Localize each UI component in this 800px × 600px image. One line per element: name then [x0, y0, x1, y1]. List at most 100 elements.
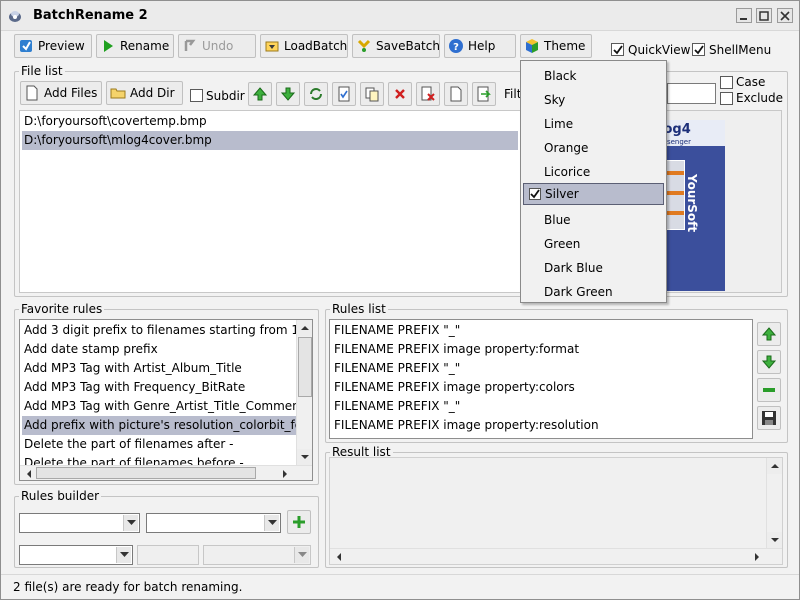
scroll-down-button[interactable] — [767, 532, 782, 548]
list-item[interactable]: Add MP3 Tag with Artist_Album_Title — [22, 359, 296, 378]
exclude-checkbox[interactable] — [720, 92, 733, 105]
case-checkbox[interactable] — [720, 76, 733, 89]
theme-menu-item-lime[interactable]: Lime — [523, 113, 664, 135]
theme-button[interactable]: Theme — [520, 34, 592, 58]
theme-menu-item-black[interactable]: Black — [523, 65, 664, 87]
list-item[interactable]: Add prefix with picture's resolution_col… — [22, 416, 296, 435]
scroll-thumb[interactable] — [298, 337, 312, 397]
theme-menu-item-green[interactable]: Green — [523, 233, 664, 255]
list-item[interactable]: Add 3 digit prefix to filenames starting… — [22, 321, 296, 340]
add-files-label: Add Files — [44, 86, 98, 100]
rule-type-select[interactable] — [19, 513, 140, 533]
add-files-button[interactable]: Add Files — [20, 81, 102, 105]
result-list[interactable] — [329, 457, 783, 565]
quickview-label: QuickView — [628, 43, 691, 57]
add-rule-button[interactable] — [287, 510, 311, 534]
list-item[interactable]: Add MP3 Tag with Genre_Artist_Title_Comm… — [22, 397, 296, 416]
list-item[interactable]: FILENAME PREFIX "_" — [332, 321, 750, 340]
rule-save-button[interactable] — [757, 406, 781, 430]
list-item[interactable]: Add date stamp prefix — [22, 340, 296, 359]
savebatch-button[interactable]: SaveBatch — [352, 34, 440, 58]
rule-option-select[interactable] — [19, 545, 133, 565]
refresh-button[interactable] — [304, 82, 328, 106]
maximize-button[interactable] — [756, 8, 772, 23]
check-file-button[interactable] — [332, 82, 356, 106]
new-document-button[interactable] — [444, 82, 468, 106]
delete-x-icon — [395, 89, 405, 99]
chevron-down-icon — [268, 520, 277, 525]
theme-menu-item-silver[interactable]: Silver — [523, 183, 664, 205]
list-item[interactable]: FILENAME PREFIX image property:colors — [332, 378, 750, 397]
chevron-right-icon[interactable] — [750, 550, 764, 564]
shellmenu-checkbox[interactable] — [692, 43, 705, 56]
result-list-hscrollbar[interactable] — [330, 548, 782, 564]
list-item[interactable]: Add MP3 Tag with Frequency_BitRate — [22, 378, 296, 397]
rule-target-select[interactable] — [146, 513, 281, 533]
help-button[interactable]: ? Help — [444, 34, 516, 58]
theme-menu-item-dark-green[interactable]: Dark Green — [523, 281, 664, 303]
remove-file-button[interactable] — [416, 82, 440, 106]
list-item[interactable]: Delete the part of filenames after - — [22, 435, 296, 454]
add-dir-button[interactable]: Add Dir — [106, 81, 183, 105]
dropdown-button[interactable] — [116, 547, 131, 563]
close-button[interactable] — [777, 8, 793, 23]
chevron-right-icon[interactable] — [278, 467, 292, 481]
close-icon — [780, 11, 790, 21]
list-item[interactable]: FILENAME PREFIX image property:resolutio… — [332, 416, 750, 435]
rule-extra-select[interactable] — [203, 545, 311, 565]
dropdown-button[interactable] — [264, 515, 279, 531]
rule-down-button[interactable] — [757, 350, 781, 374]
undo-button[interactable]: Undo — [178, 34, 256, 58]
add-file-icon — [26, 85, 38, 101]
copy-button[interactable] — [360, 82, 384, 106]
list-item[interactable]: FILENAME PREFIX "_" — [332, 397, 750, 416]
chevron-left-icon[interactable] — [22, 467, 36, 481]
file-row[interactable]: D:\foryoursoft\mlog4cover.bmp — [22, 131, 518, 150]
preview-vertical-text: YourSoft — [685, 174, 699, 233]
theme-menu-item-dark-blue[interactable]: Dark Blue — [523, 257, 664, 279]
theme-menu-item-blue[interactable]: Blue — [523, 209, 664, 231]
scroll-up-button[interactable] — [767, 458, 782, 474]
arrow-down-icon — [761, 355, 777, 369]
dropdown-button[interactable] — [294, 547, 309, 563]
theme-menu[interactable]: Black Sky Lime Orange Licorice Silver Bl… — [520, 60, 667, 303]
h-scroll-thumb[interactable] — [36, 467, 256, 479]
scroll-up-button[interactable] — [297, 320, 312, 336]
chevron-down-icon — [301, 455, 309, 459]
preview-bar — [666, 211, 684, 215]
loadbatch-button[interactable]: LoadBatch — [260, 34, 348, 58]
rule-up-button[interactable] — [757, 322, 781, 346]
subdir-checkbox[interactable] — [190, 89, 203, 102]
rename-button[interactable]: Rename — [96, 34, 174, 58]
file-row[interactable]: D:\foryoursoft\covertemp.bmp — [22, 112, 518, 131]
quickview-checkbox[interactable] — [611, 43, 624, 56]
theme-menu-item-orange[interactable]: Orange — [523, 137, 664, 159]
result-list-vscrollbar[interactable] — [766, 458, 782, 548]
move-up-button[interactable] — [248, 82, 272, 106]
chevron-left-icon[interactable] — [332, 550, 346, 564]
list-item[interactable]: FILENAME PREFIX "_" — [332, 359, 750, 378]
scroll-down-button[interactable] — [297, 449, 312, 465]
main-window: BatchRename 2 Preview Rename Undo LoadBa… — [0, 0, 800, 600]
favorite-rules-list[interactable]: Add 3 digit prefix to filenames starting… — [19, 319, 313, 481]
rules-list[interactable]: FILENAME PREFIX "_" FILENAME PREFIX imag… — [329, 319, 753, 439]
minimize-button[interactable] — [736, 8, 752, 23]
rule-remove-button[interactable] — [757, 378, 781, 402]
theme-menu-item-licorice[interactable]: Licorice — [523, 161, 664, 183]
dropdown-button[interactable] — [123, 515, 138, 531]
document-icon — [450, 86, 462, 102]
list-item[interactable]: FILENAME PREFIX image property:format — [332, 340, 750, 359]
arrow-down-icon — [280, 87, 296, 101]
file-list[interactable]: D:\foryoursoft\covertemp.bmp D:\foryours… — [19, 110, 782, 293]
copy-icon — [365, 87, 379, 102]
preview-button[interactable]: Preview — [14, 34, 92, 58]
theme-menu-item-sky[interactable]: Sky — [523, 89, 664, 111]
favorite-rules-scrollbar[interactable] — [296, 320, 312, 465]
window-title: BatchRename 2 — [33, 8, 148, 23]
rule-value-input[interactable] — [137, 545, 199, 565]
favorite-rules-hscrollbar[interactable] — [20, 465, 312, 480]
export-button[interactable] — [472, 82, 496, 106]
filter-input[interactable] — [667, 83, 716, 104]
remove-button[interactable] — [388, 82, 412, 106]
move-down-button[interactable] — [276, 82, 300, 106]
